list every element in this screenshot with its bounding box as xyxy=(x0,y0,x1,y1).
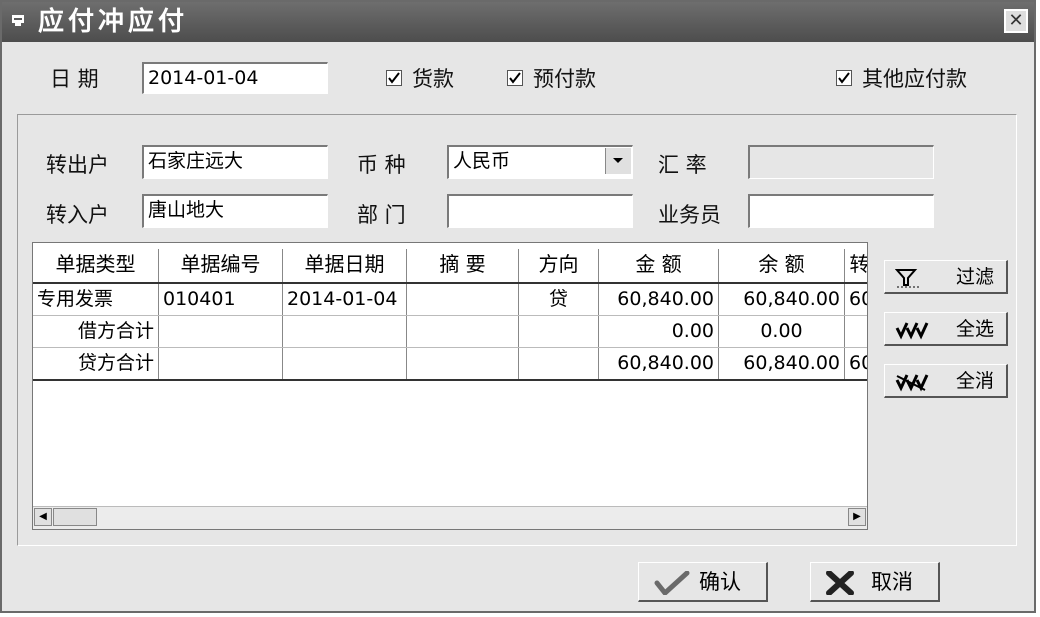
column-header[interactable]: 单据编号 xyxy=(159,249,283,282)
table-cell xyxy=(159,316,283,347)
table-cell xyxy=(159,348,283,379)
check-icon xyxy=(838,72,850,84)
chevron-down-icon xyxy=(613,158,623,163)
transfer-in-label: 转入户 xyxy=(46,203,109,227)
rate-field[interactable] xyxy=(748,145,934,179)
column-header[interactable]: 摘 要 xyxy=(407,249,519,282)
scroll-right-button[interactable]: ▶ xyxy=(848,508,866,526)
column-header[interactable]: 单据日期 xyxy=(283,249,407,282)
table-cell: 010401 xyxy=(159,284,283,315)
horizontal-scrollbar[interactable]: ◀ ▶ xyxy=(33,506,867,529)
table-cell: 0.00 xyxy=(719,316,845,347)
select-all-button[interactable]: 全选 xyxy=(884,312,1008,346)
date-field[interactable]: 2014-01-04 xyxy=(142,62,328,94)
filter-button[interactable]: 过滤 xyxy=(884,260,1008,294)
table-cell xyxy=(407,284,519,315)
check-icon xyxy=(388,72,400,84)
table-cell: 贷方合计 xyxy=(33,348,159,379)
grid-header: 单据类型 单据编号 单据日期 摘 要 方向 金 额 余 额 转 xyxy=(33,249,868,284)
table-cell xyxy=(283,348,407,379)
deselect-all-button[interactable]: 全消 xyxy=(884,364,1008,398)
document-grid[interactable]: 单据类型 单据编号 单据日期 摘 要 方向 金 额 余 额 转 专用发票 010… xyxy=(32,242,868,530)
app-menu-icon[interactable] xyxy=(10,12,28,30)
table-cell: 2014-01-04 xyxy=(283,284,407,315)
column-header[interactable]: 单据类型 xyxy=(33,249,159,282)
goods-label: 货款 xyxy=(412,67,454,91)
close-button[interactable]: ✕ xyxy=(1004,9,1028,33)
scroll-thumb[interactable] xyxy=(53,508,97,526)
table-cell xyxy=(407,348,519,379)
table-row[interactable]: 贷方合计 60,840.00 60,840.00 60 xyxy=(33,348,867,381)
column-header[interactable]: 方向 xyxy=(519,249,599,282)
column-header[interactable]: 转 xyxy=(845,249,868,282)
deselect-all-label: 全消 xyxy=(955,370,994,392)
filter-icon xyxy=(894,267,921,297)
title-bar[interactable]: 应付冲应付 ✕ xyxy=(2,2,1034,42)
table-cell: 60,840.00 xyxy=(719,348,845,379)
table-cell: 60,840.00 xyxy=(599,348,719,379)
cancel-button[interactable]: 取消 xyxy=(810,562,940,602)
salesperson-field[interactable] xyxy=(748,194,934,228)
transfer-out-label: 转出户 xyxy=(46,153,109,177)
currency-value: 人民币 xyxy=(453,150,511,172)
date-label: 日 期 xyxy=(50,67,99,91)
transfer-in-field[interactable]: 唐山地大 xyxy=(142,194,328,228)
goods-checkbox[interactable] xyxy=(386,70,402,86)
table-cell xyxy=(845,316,867,347)
checkmark-pen-icon xyxy=(653,570,693,606)
transfer-out-field[interactable]: 石家庄远大 xyxy=(142,145,328,179)
table-row[interactable]: 专用发票 010401 2014-01-04 贷 60,840.00 60,84… xyxy=(33,284,867,316)
dropdown-arrow-button[interactable] xyxy=(605,148,631,174)
table-cell xyxy=(519,348,599,379)
table-cell: 0.00 xyxy=(599,316,719,347)
deselect-all-icon xyxy=(895,371,929,401)
column-header[interactable]: 余 额 xyxy=(719,249,845,282)
arrow-right-icon: ▶ xyxy=(853,511,861,522)
other-payable-checkbox[interactable] xyxy=(836,70,852,86)
table-cell: 专用发票 xyxy=(33,284,159,315)
scroll-left-button[interactable]: ◀ xyxy=(34,508,52,526)
currency-label: 币 种 xyxy=(357,153,406,177)
table-cell: 60 xyxy=(845,348,867,379)
close-icon: ✕ xyxy=(1008,10,1024,31)
department-label: 部 门 xyxy=(357,203,406,227)
check-icon xyxy=(509,72,521,84)
table-cell: 贷 xyxy=(519,284,599,315)
select-all-label: 全选 xyxy=(955,318,994,340)
salesperson-label: 业务员 xyxy=(658,203,721,227)
rate-label: 汇 率 xyxy=(658,153,707,177)
table-cell xyxy=(283,316,407,347)
cancel-label: 取消 xyxy=(871,570,913,594)
table-row[interactable]: 借方合计 0.00 0.00 xyxy=(33,316,867,348)
table-cell: 60,840.00 xyxy=(599,284,719,315)
prepay-checkbox[interactable] xyxy=(507,70,523,86)
select-all-icon xyxy=(895,319,929,349)
confirm-button[interactable]: 确认 xyxy=(638,562,768,602)
table-cell xyxy=(407,316,519,347)
column-header[interactable]: 金 额 xyxy=(599,249,719,282)
prepay-label: 预付款 xyxy=(533,67,596,91)
department-field[interactable] xyxy=(447,194,633,228)
dialog-window: 应付冲应付 ✕ 日 期 2014-01-04 货款 预付款 其他应付款 转出户 … xyxy=(0,0,1036,613)
other-payable-label: 其他应付款 xyxy=(862,67,967,91)
confirm-label: 确认 xyxy=(699,570,741,594)
filter-label: 过滤 xyxy=(955,266,994,288)
currency-select[interactable]: 人民币 xyxy=(447,145,633,179)
window-title: 应付冲应付 xyxy=(38,7,189,37)
arrow-left-icon: ◀ xyxy=(39,511,47,522)
table-cell: 60 xyxy=(845,284,867,315)
table-cell: 借方合计 xyxy=(33,316,159,347)
table-cell xyxy=(519,316,599,347)
table-cell: 60,840.00 xyxy=(719,284,845,315)
x-mark-icon xyxy=(825,570,855,606)
